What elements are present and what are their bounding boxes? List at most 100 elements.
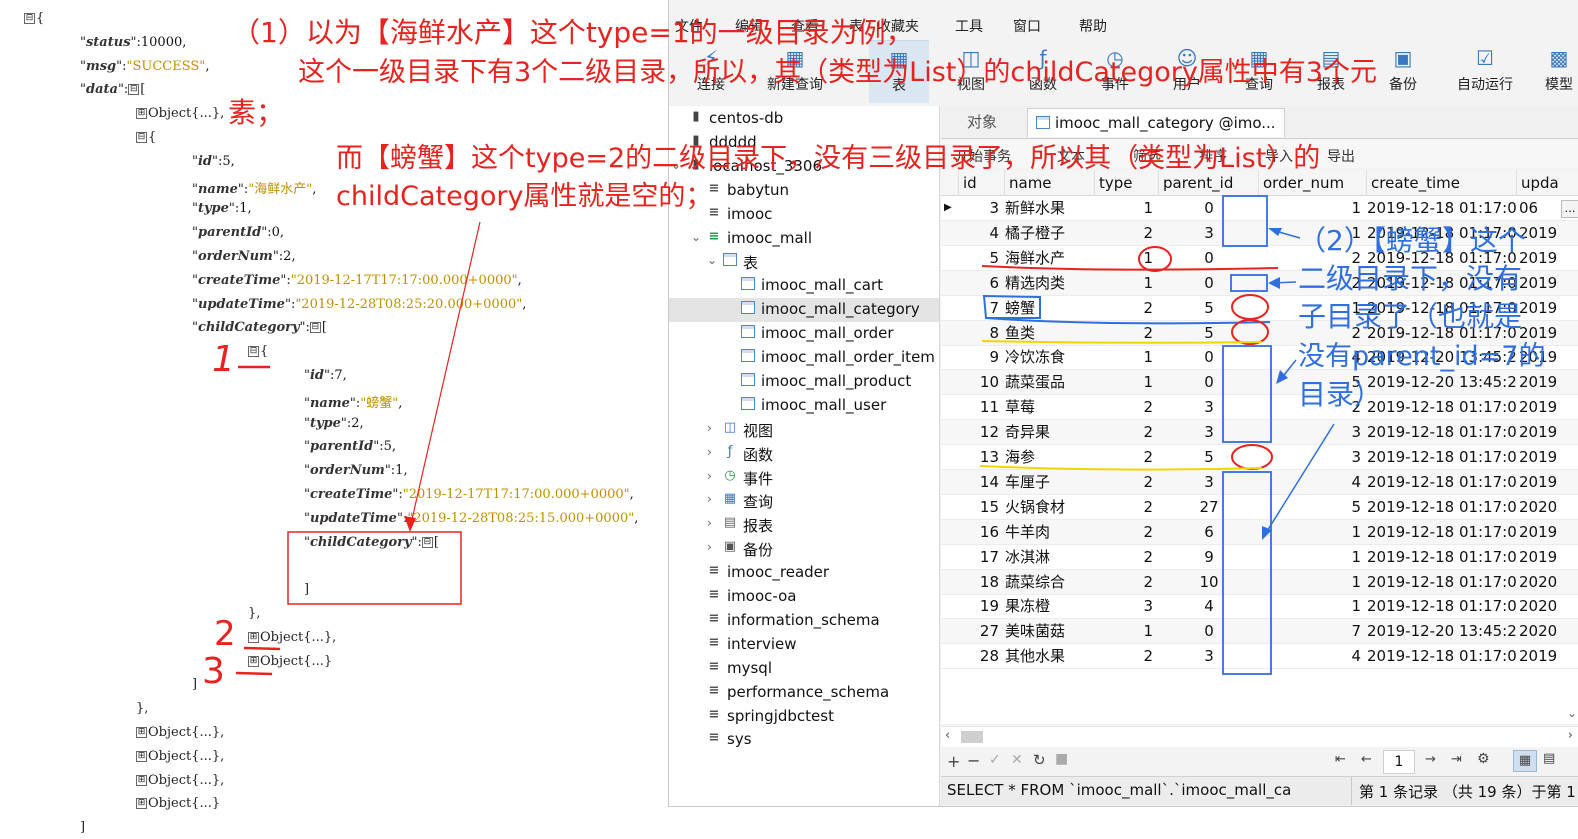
toolbar-button-model[interactable]: ▩ 模型 [1529, 40, 1578, 102]
table-cell[interactable]: 2019-12-20 13:45:28 [1367, 619, 1517, 643]
toolbar-button-function[interactable]: ƒ 函数 [1013, 40, 1073, 102]
table-cell[interactable]: 9 [959, 345, 1005, 369]
table-row[interactable]: 16 牛羊肉 2 6 1 2019-12-18 01:17:0 2019 [941, 519, 1578, 545]
toolbar-button-report[interactable]: ▤ 报表 [1301, 40, 1361, 102]
nav-item[interactable]: imooc_mall_category [669, 298, 939, 323]
nav-item[interactable]: ≡ mysql [669, 657, 939, 681]
table-cell[interactable]: 4 [959, 221, 1005, 245]
chevron-right-icon[interactable]: › [707, 469, 712, 483]
table-cell[interactable]: 4 [1259, 644, 1367, 668]
settings-gear-icon[interactable]: ⚙ [1477, 751, 1490, 767]
table-cell[interactable]: 精选肉类 [1005, 271, 1095, 295]
toolbar-button-view[interactable]: ◫ 视图 [941, 40, 1001, 102]
table-cell[interactable]: 8 [959, 321, 1005, 345]
table-cell[interactable]: 2019-12-18 01:17:0 [1367, 221, 1517, 245]
table-cell[interactable]: 2019-12-18 01:17:0 [1367, 545, 1517, 569]
table-cell[interactable]: 10 [1159, 570, 1259, 594]
toolbar-button-query[interactable]: ▦ 查询 [1229, 40, 1289, 102]
nav-item[interactable]: › ◫ 视图 [669, 418, 939, 442]
table-row[interactable]: 18 蔬菜综合 2 10 1 2019-12-18 01:17:0 2020 [941, 569, 1578, 595]
table-cell[interactable]: 2020 [1517, 619, 1578, 643]
table-cell[interactable]: 0 [1159, 345, 1259, 369]
table-cell[interactable]: 0 [1159, 271, 1259, 295]
table-cell[interactable]: 5 [1259, 370, 1367, 394]
collapse-toggle-icon[interactable]: ⊞ [136, 750, 147, 762]
nav-item[interactable]: imooc_mall_order [669, 322, 939, 346]
table-cell[interactable]: 美味菌菇 [1005, 619, 1095, 643]
grid-toolbar-button[interactable]: 导出 [1327, 146, 1355, 166]
table-row[interactable]: 12 奇异果 2 3 3 2019-12-18 01:17:0 2019 [941, 420, 1578, 446]
tab-table[interactable]: imooc_mall_category @imo... [1027, 108, 1285, 137]
table-row[interactable]: 17 冰淇淋 2 9 1 2019-12-18 01:17:0 2019 [941, 545, 1578, 570]
table-cell[interactable]: 13 [959, 445, 1005, 469]
table-cell[interactable]: 3 [1259, 445, 1367, 469]
nav-item[interactable]: imooc_mall_user [669, 394, 939, 418]
table-row[interactable]: ▶ 3 新鲜水果 1 0 1 2019-12-18 01:17:0 06 [941, 196, 1578, 221]
table-cell[interactable]: 1 [1095, 271, 1159, 295]
table-cell[interactable]: 蔬菜综合 [1005, 570, 1095, 594]
menu-item[interactable]: 收藏夹 [877, 16, 919, 36]
first-page-icon[interactable]: ⇤ [1335, 752, 1346, 767]
table-cell[interactable]: 12 [959, 420, 1005, 444]
table-cell[interactable]: 2 [1259, 246, 1367, 270]
nav-item[interactable]: › ▦ 查询 [669, 489, 939, 513]
table-cell[interactable]: 牛羊肉 [1005, 520, 1095, 544]
column-header-name[interactable]: name [1005, 170, 1095, 196]
table-cell[interactable]: 其他水果 [1005, 644, 1095, 668]
table-cell[interactable]: 2019-12-18 01:17:0 [1367, 594, 1517, 618]
table-row[interactable]: 28 其他水果 2 3 4 2019-12-18 01:17:0 2019 [941, 644, 1578, 670]
chevron-down-icon[interactable]: ⌄ [691, 230, 701, 244]
chevron-down-icon[interactable]: ⌄ [707, 253, 717, 267]
form-view-icon[interactable]: ▤ [1543, 751, 1555, 766]
table-cell[interactable]: 1 [1095, 370, 1159, 394]
menu-item[interactable]: 表 [849, 16, 863, 36]
table-cell[interactable]: 草莓 [1005, 395, 1095, 419]
menu-item[interactable]: 编辑 [735, 16, 763, 36]
table-cell[interactable]: 3 [959, 196, 1005, 220]
table-cell[interactable]: 6 [959, 271, 1005, 295]
tab-objects[interactable]: 对象 [959, 108, 1005, 136]
table-cell[interactable]: 5 [959, 246, 1005, 270]
column-header-create_time[interactable]: create_time [1367, 170, 1517, 196]
horizontal-scrollbar[interactable]: ‹ › [941, 726, 1578, 747]
table-cell[interactable]: 4 [1259, 470, 1367, 494]
table-cell[interactable]: 车厘子 [1005, 470, 1095, 494]
table-cell[interactable]: 蔬菜蛋品 [1005, 370, 1095, 394]
column-header-id[interactable]: id [959, 170, 1005, 196]
collapse-toggle-icon[interactable]: ⊞ [136, 727, 147, 738]
table-row[interactable]: 6 精选肉类 1 0 2 2019-12-18 01:17:0 2019 [941, 270, 1578, 296]
table-row[interactable]: 5 海鲜水产 1 0 2 2019-12-18 01:17:0 2019 [941, 246, 1578, 271]
collapse-toggle-icon[interactable]: ⊟ [309, 322, 321, 334]
table-cell[interactable]: 1 [1259, 296, 1367, 320]
table-row[interactable]: 14 车厘子 2 3 4 2019-12-18 01:17:0 2019 [941, 469, 1578, 495]
scroll-right-icon[interactable]: › [1568, 728, 1573, 743]
nav-item[interactable]: › ƒ 函数 [669, 442, 939, 466]
table-cell[interactable]: 新鲜水果 [1005, 196, 1095, 220]
table-cell[interactable]: 2019-12-18 01:17:0 [1367, 246, 1517, 270]
table-cell[interactable]: 3 [1095, 594, 1159, 618]
toolbar-button-table[interactable]: ▦ 表 [869, 40, 929, 103]
table-cell[interactable]: 2019 [1517, 445, 1578, 469]
table-cell[interactable]: 2 [1095, 520, 1159, 544]
table-cell[interactable]: 17 [959, 545, 1005, 569]
grid-toolbar-button[interactable]: 导入 [1265, 146, 1293, 166]
column-header-upda[interactable]: upda [1517, 170, 1578, 196]
toolbar-button-automation[interactable]: ☑ 自动运行 [1445, 40, 1525, 102]
table-cell[interactable]: 1 [1095, 196, 1159, 220]
table-cell[interactable]: 鱼类 [1005, 321, 1095, 345]
table-cell[interactable]: 2019 [1517, 420, 1578, 444]
table-cell[interactable]: 3 [1259, 420, 1367, 444]
table-row[interactable]: 4 橘子橙子 2 3 1 2019-12-18 01:17:0 2019 [941, 220, 1578, 246]
table-cell[interactable]: 0 [1159, 619, 1259, 643]
table-cell[interactable]: 5 [1159, 445, 1259, 469]
menu-item[interactable]: 帮助 [1079, 16, 1107, 36]
grid-view-icon[interactable]: ▦ [1513, 750, 1537, 772]
scroll-thumb[interactable] [961, 731, 983, 743]
nav-item[interactable]: imooc_mall_cart [669, 274, 939, 298]
table-cell[interactable]: 2019-12-18 01:17:0 [1367, 520, 1517, 544]
nav-item[interactable]: ⌄ 表 [669, 250, 939, 274]
table-row[interactable]: 11 草莓 2 3 2 2019-12-18 01:17:0 2019 [941, 395, 1578, 421]
chevron-right-icon[interactable]: › [707, 492, 712, 506]
table-cell[interactable]: 2020 [1517, 495, 1578, 519]
table-row[interactable]: 9 冷饮冻食 1 0 4 2019-12-20 13:45:28 2019 [941, 345, 1578, 371]
